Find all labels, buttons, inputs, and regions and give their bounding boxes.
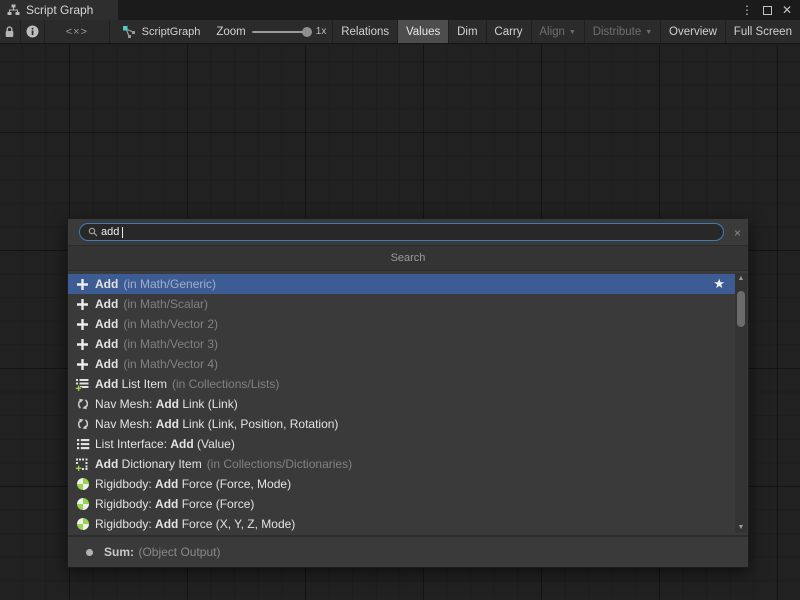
result-row[interactable]: Add Dictionary Item(in Collections/Dicti… [68, 454, 735, 474]
rigidbody-icon [75, 517, 90, 532]
result-row[interactable]: Add(in Math/Vector 4) [68, 354, 735, 374]
text-caret [122, 227, 123, 238]
info-icon [26, 25, 39, 38]
fuzzy-finder-popup: add × Search Add(in Math/Generic)★Add(in… [67, 218, 749, 568]
chevron-down-icon: ▼ [569, 29, 576, 36]
list-icon [75, 437, 90, 452]
favorite-star-icon[interactable]: ★ [713, 276, 725, 292]
nav-mesh-icon [75, 417, 90, 432]
result-title: Add(in Math/Generic) [95, 277, 216, 291]
result-row[interactable]: Rigidbody: Add Force (Force, Mode) [68, 474, 735, 494]
script-graph-icon [122, 25, 136, 39]
button-label: Carry [494, 26, 522, 38]
graph-name-group: ScriptGraph [110, 20, 217, 43]
close-icon[interactable]: ✕ [782, 4, 792, 16]
result-title: Rigidbody: Add Force (Force, Mode) [95, 477, 291, 491]
button-label: Align [539, 26, 565, 38]
nav-mesh-icon [75, 397, 90, 412]
plus-icon [75, 317, 90, 332]
code-icon: <×> [66, 26, 88, 38]
finder-footer: Sum: (Object Output) [68, 535, 748, 567]
result-row[interactable]: Add(in Math/Scalar) [68, 294, 735, 314]
lock-button[interactable] [0, 20, 20, 43]
result-title: Add List Item(in Collections/Lists) [95, 377, 279, 391]
button-label: Relations [341, 26, 389, 38]
search-input[interactable]: add [79, 223, 724, 241]
plus-icon [75, 357, 90, 372]
scrollbar-thumb[interactable] [737, 291, 745, 327]
result-row[interactable]: Add(in Math/Vector 3) [68, 334, 735, 354]
search-icon [88, 227, 98, 237]
rigidbody-icon [75, 497, 90, 512]
result-row[interactable]: Nav Mesh: Add Link (Link) [68, 394, 735, 414]
full-screen-button[interactable]: Full Screen [726, 20, 800, 43]
button-label: Full Screen [734, 26, 792, 38]
tab-title: Script Graph [26, 3, 93, 17]
plus-icon [75, 337, 90, 352]
maximize-icon[interactable] [763, 6, 772, 15]
plus-icon [75, 297, 90, 312]
window-menu-icon[interactable]: ⋮ [741, 4, 753, 16]
result-row[interactable]: Nav Mesh: Add Link (Link, Position, Rota… [68, 414, 735, 434]
result-title: Nav Mesh: Add Link (Link, Position, Rota… [95, 417, 338, 431]
result-row[interactable]: Add List Item(in Collections/Lists) [68, 374, 735, 394]
zoom-slider[interactable] [252, 31, 310, 33]
values-button[interactable]: Values [398, 20, 448, 43]
button-label: Dim [457, 26, 477, 38]
footer-detail: (Object Output) [138, 545, 220, 559]
carry-button[interactable]: Carry [486, 20, 530, 43]
result-row[interactable]: Rigidbody: Add Force (Force) [68, 494, 735, 514]
button-label: Distribute [593, 26, 642, 38]
result-title: Nav Mesh: Add Link (Link) [95, 397, 238, 411]
result-row[interactable]: Add(in Math/Vector 2) [68, 314, 735, 334]
result-title: Add(in Math/Scalar) [95, 297, 208, 311]
result-row[interactable]: Rigidbody: Add Force (X, Y, Z, Mode) [68, 514, 735, 534]
scroll-up-icon[interactable]: ▲ [738, 273, 745, 284]
chevron-down-icon: ▼ [645, 29, 652, 36]
scroll-down-icon[interactable]: ▼ [738, 522, 745, 533]
finder-header: Search [68, 245, 748, 271]
button-label: Values [406, 26, 440, 38]
result-title: Add(in Math/Vector 2) [95, 317, 218, 331]
distribute-dropdown[interactable]: Distribute ▼ [585, 20, 661, 43]
align-dropdown[interactable]: Align ▼ [531, 20, 584, 43]
info-button[interactable] [21, 20, 44, 43]
lock-icon [4, 26, 15, 38]
result-title: Add Dictionary Item(in Collections/Dicti… [95, 457, 352, 471]
clear-search-icon[interactable]: × [734, 226, 741, 240]
zoom-value: 1x [316, 26, 327, 37]
footer-label: Sum: [104, 545, 134, 559]
title-bar: Script Graph ⋮ ✕ [0, 0, 800, 20]
scrollbar[interactable]: ▲ ▼ [735, 273, 747, 533]
zoom-control: Zoom 1x [216, 20, 332, 43]
graph-toolbar: <×> ScriptGraph Zoom 1x Relations Values… [0, 20, 800, 44]
result-title: Rigidbody: Add Force (X, Y, Z, Mode) [95, 517, 295, 531]
rigidbody-icon [75, 477, 90, 492]
button-label: Overview [669, 26, 717, 38]
result-title: Rigidbody: Add Force (Force) [95, 497, 254, 511]
dictionary-add-icon [75, 457, 90, 472]
result-title: List Interface: Add (Value) [95, 437, 235, 451]
result-row[interactable]: Add(in Math/Generic) ★ [68, 274, 735, 294]
result-title: Add(in Math/Vector 3) [95, 337, 218, 351]
results-list: Add(in Math/Generic) ★ Add(in Math/Scalar)… [68, 271, 748, 535]
zoom-slider-thumb[interactable] [302, 27, 312, 37]
relations-button[interactable]: Relations [333, 20, 397, 43]
scrollbar-track[interactable] [735, 284, 747, 522]
tab-script-graph[interactable]: Script Graph [0, 0, 118, 20]
graph-name-label: ScriptGraph [142, 26, 201, 38]
search-query: add [101, 226, 119, 238]
plus-icon [75, 277, 90, 292]
overview-button[interactable]: Overview [661, 20, 725, 43]
graph-hierarchy-icon [7, 4, 20, 17]
dim-button[interactable]: Dim [449, 20, 485, 43]
result-row[interactable]: List Interface: Add (Value) [68, 434, 735, 454]
finder-header-label: Search [391, 252, 426, 264]
result-title: Add(in Math/Vector 4) [95, 357, 218, 371]
search-row: add × [68, 219, 748, 245]
list-add-icon [75, 377, 90, 392]
output-dot-icon [86, 549, 93, 556]
edit-code-button[interactable]: <×> [45, 20, 109, 43]
zoom-label: Zoom [216, 26, 245, 38]
